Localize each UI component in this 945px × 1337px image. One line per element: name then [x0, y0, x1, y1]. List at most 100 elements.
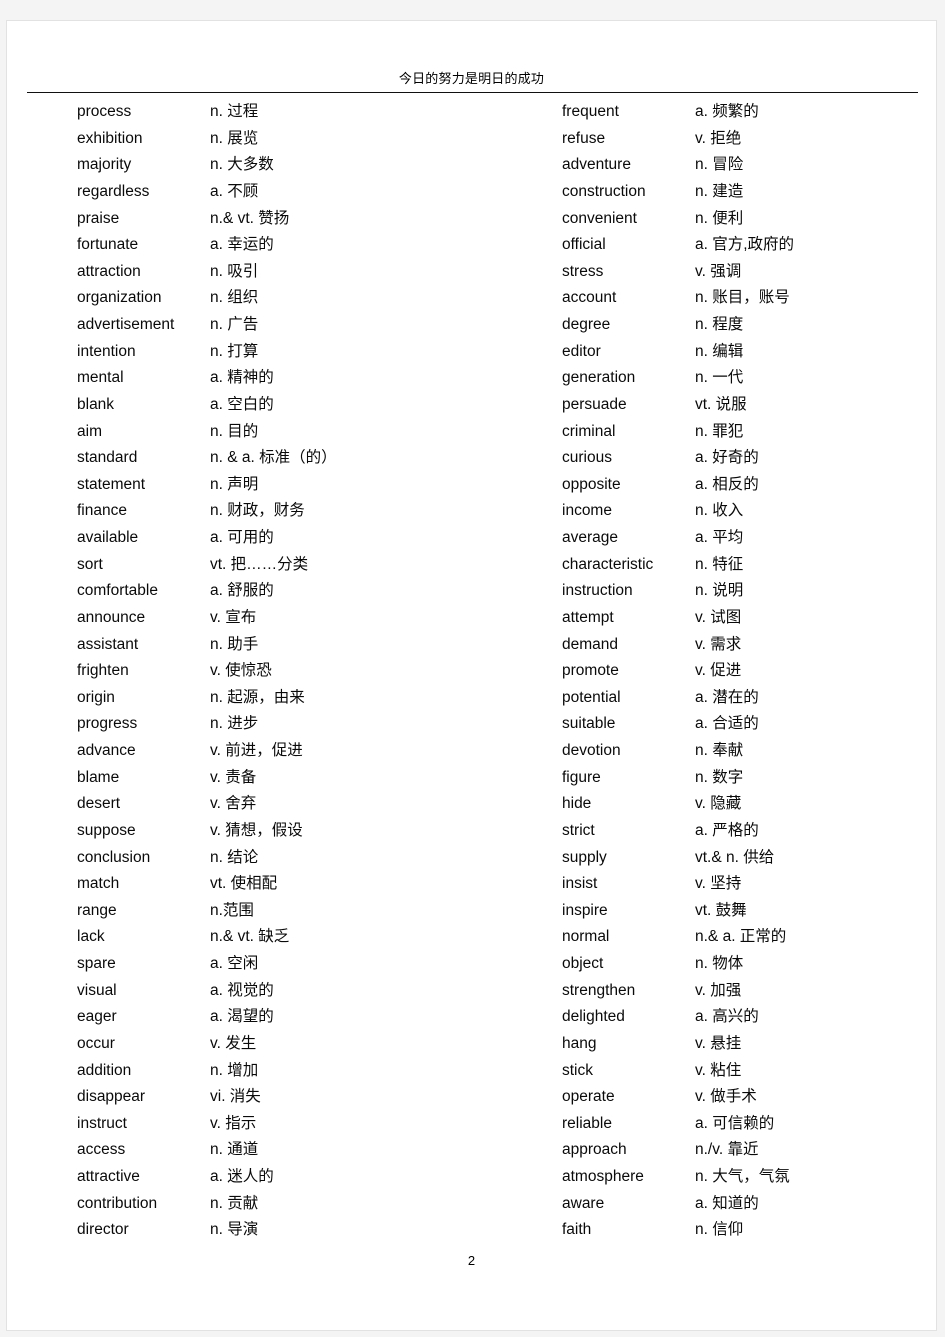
entry-word: addition [77, 1061, 132, 1079]
entry-word: hide [562, 795, 592, 813]
vocabulary-entry: generation n. 一代 [562, 365, 936, 392]
entry-word: stress [562, 262, 604, 280]
vocabulary-entry: instruct v. 指示 [77, 1111, 517, 1138]
vocabulary-entry: fortunate a. 幸运的 [77, 232, 517, 259]
vocabulary-entry: disappear vi. 消失 [77, 1084, 517, 1111]
entry-definition: v. 促进 [695, 662, 742, 680]
vocabulary-entry: attraction n. 吸引 [77, 259, 517, 286]
entry-word: degree [562, 316, 611, 333]
vocabulary-entry: conclusion n. 结论 [77, 845, 517, 872]
vocabulary-entry: aim n. 目的 [77, 419, 517, 446]
entry-definition: v. 宣布 [210, 608, 257, 626]
entry-word: stick [562, 1061, 593, 1079]
entry-word: statement [77, 475, 146, 493]
vocabulary-entry: operate v. 做手术 [562, 1084, 936, 1111]
vocabulary-entry: lack n.& vt. 缺乏 [77, 924, 517, 951]
entry-definition: n. 结论 [210, 848, 259, 866]
vocabulary-entry: access n. 通道 [77, 1137, 517, 1164]
entry-word: frighten [77, 662, 129, 680]
entry-definition: n. 打算 [210, 342, 259, 360]
entry-word: regardless [77, 182, 150, 200]
entry-definition: v. 拒绝 [695, 129, 742, 147]
entry-definition: v. 做手术 [695, 1088, 757, 1106]
entry-definition: a. 舒服的 [210, 582, 274, 600]
vocabulary-entry: curious a. 好奇的 [562, 445, 936, 472]
entry-word: majority [77, 156, 132, 174]
entry-definition: a. 高兴的 [695, 1008, 759, 1026]
vocabulary-entry: delighted a. 高兴的 [562, 1004, 936, 1031]
entry-definition: n. 数字 [695, 768, 744, 786]
entry-definition: a. 幸运的 [210, 236, 274, 254]
entry-word: operate [562, 1088, 615, 1106]
entry-definition: n.& vt. 赞扬 [210, 209, 290, 227]
entry-definition: n. 便利 [695, 209, 744, 227]
entry-definition: n. 特征 [695, 555, 744, 573]
entry-word: suitable [562, 715, 616, 733]
vocabulary-entry: blame v. 责备 [77, 765, 517, 792]
entry-definition: v. 强调 [695, 262, 742, 280]
entry-definition: a. 空白的 [210, 395, 274, 413]
entry-word: visual [77, 981, 117, 999]
entry-word: assistant [77, 635, 139, 653]
entry-definition: v. 悬挂 [695, 1034, 742, 1052]
entry-word: frequent [562, 103, 619, 120]
vocabulary-entry: figure n. 数字 [562, 765, 936, 792]
entry-definition: n. 通道 [210, 1141, 259, 1159]
vocabulary-entry: comfortable a. 舒服的 [77, 578, 517, 605]
vocabulary-entry: attractive a. 迷人的 [77, 1164, 517, 1191]
entry-word: construction [562, 182, 646, 200]
entry-definition: v. 加强 [695, 981, 742, 999]
vocabulary-entry: promote v. 促进 [562, 658, 936, 685]
vocabulary-entry: convenient n. 便利 [562, 206, 936, 233]
vocabulary-entry: reliable a. 可信赖的 [562, 1111, 936, 1138]
header-title: 今日的努力是明日的成功 [398, 71, 545, 86]
entry-word: devotion [562, 742, 621, 759]
page-header: 今日的努力是明日的成功 [7, 21, 936, 93]
entry-definition: n.& vt. 缺乏 [210, 928, 290, 946]
entry-word: instruct [77, 1114, 127, 1132]
entry-definition: a. 视觉的 [210, 981, 274, 999]
entry-word: potential [562, 688, 621, 706]
entry-definition: v. 指示 [210, 1114, 257, 1132]
entry-word: object [562, 955, 604, 972]
entry-word: lack [77, 928, 105, 946]
entry-definition: n. 吸引 [210, 262, 259, 280]
entry-word: access [77, 1141, 126, 1159]
entry-word: progress [77, 715, 138, 733]
entry-definition: n. 过程 [210, 103, 259, 120]
entry-definition: a. 可用的 [210, 529, 274, 546]
entry-word: comfortable [77, 582, 158, 600]
vocabulary-entry: advertisement n. 广告 [77, 312, 517, 339]
entry-word: director [77, 1221, 129, 1239]
vocabulary-entry: addition n. 增加 [77, 1058, 517, 1085]
entry-definition: n. 起源，由来 [210, 688, 305, 706]
vocabulary-entry: contribution n. 贡献 [77, 1191, 517, 1218]
entry-definition: a. 不顾 [210, 182, 259, 200]
entry-definition: n. 导演 [210, 1221, 259, 1239]
entry-definition: v. 坚持 [695, 875, 742, 893]
vocabulary-entry: normal n.& a. 正常的 [562, 924, 936, 951]
vocabulary-entry: origin n. 起源，由来 [77, 685, 517, 712]
vocabulary-column-right: frequent a. 频繁的 refuse v. 拒绝 adventure n. 冒险 c… [562, 99, 936, 1244]
entry-definition: a. 空闲 [210, 955, 259, 972]
entry-word: eager [77, 1008, 117, 1026]
vocabulary-entry: regardless a. 不顾 [77, 179, 517, 206]
vocabulary-entry: official a. 官方,政府的 [562, 232, 936, 259]
vocabulary-entry: strengthen v. 加强 [562, 978, 936, 1005]
vocabulary-entry: occur v. 发生 [77, 1031, 517, 1058]
vocabulary-entry: frequent a. 频繁的 [562, 99, 936, 126]
vocabulary-entry: finance n. 财政，财务 [77, 498, 517, 525]
entry-definition: n. 大气，气氛 [695, 1168, 790, 1185]
entry-word: attempt [562, 608, 614, 626]
entry-definition: v. 试图 [695, 608, 742, 626]
entry-word: supply [562, 848, 607, 866]
vocabulary-entry: faith n. 信仰 [562, 1217, 936, 1244]
entry-word: organization [77, 289, 162, 307]
entry-definition: n. 组织 [210, 289, 259, 307]
vocabulary-entry: visual a. 视觉的 [77, 978, 517, 1005]
entry-word: reliable [562, 1114, 612, 1132]
entry-definition: n. 声明 [210, 475, 259, 493]
vocabulary-entry: assistant n. 助手 [77, 632, 517, 659]
vocabulary-entry: exhibition n. 展览 [77, 126, 517, 153]
entry-word: occur [77, 1034, 115, 1052]
